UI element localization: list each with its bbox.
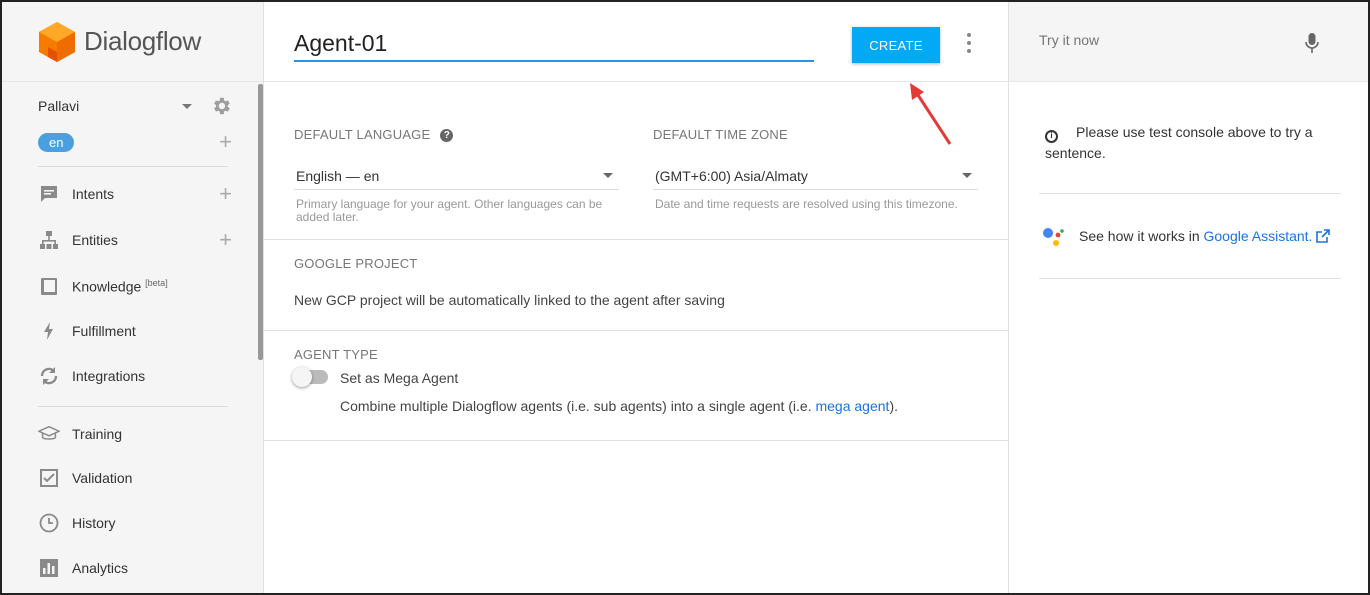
- microphone-icon[interactable]: [1305, 32, 1319, 54]
- divider: [1039, 278, 1341, 279]
- divider: [1039, 193, 1341, 194]
- try-it-bar: [1009, 2, 1368, 82]
- sync-icon: [38, 365, 60, 387]
- sidebar-item-analytics[interactable]: Analytics: [38, 555, 232, 581]
- default-language-value: English — en: [296, 167, 380, 184]
- lightning-icon: [38, 320, 60, 342]
- sidebar-item-label: Validation: [72, 470, 133, 486]
- chat-bubble-icon: [38, 183, 60, 205]
- agent-name: Pallavi: [38, 98, 80, 114]
- divider: [38, 166, 228, 167]
- default-time-zone-label: DEFAULT TIME ZONE: [653, 127, 788, 142]
- test-console-info: i Please use test console above to try a …: [1045, 124, 1313, 161]
- add-intent-icon[interactable]: +: [219, 183, 232, 205]
- sidebar-item-label: Fulfillment: [72, 323, 136, 339]
- mega-agent-toggle-label: Set as Mega Agent: [340, 370, 459, 386]
- agent-settings-panel: CREATE DEFAULT LANGUAGE? DEFAULT TIME ZO…: [264, 2, 1008, 593]
- toggle-knob: [292, 367, 312, 387]
- check-box-icon: [38, 467, 60, 489]
- chevron-down-icon: [603, 173, 613, 178]
- book-icon: [38, 275, 60, 297]
- google-project-label: GOOGLE PROJECT: [294, 256, 418, 271]
- create-button[interactable]: CREATE: [852, 27, 940, 63]
- mega-agent-link[interactable]: mega agent: [815, 398, 889, 414]
- dialogflow-logo-icon: [39, 21, 75, 62]
- graduation-cap-icon: [38, 423, 60, 445]
- brand[interactable]: Dialogflow: [2, 2, 263, 82]
- sidebar-item-history[interactable]: History: [38, 510, 232, 536]
- divider: [264, 330, 1008, 331]
- gear-icon[interactable]: [210, 95, 232, 117]
- mega-agent-description: Combine multiple Dialogflow agents (i.e.…: [340, 398, 898, 414]
- brand-name: Dialogflow: [84, 26, 201, 56]
- sidebar-item-label: Intents: [72, 186, 115, 202]
- app-frame: Dialogflow Pallavi en + Intents + Entiti…: [0, 0, 1370, 595]
- default-language-hint: Primary language for your agent. Other l…: [296, 197, 603, 224]
- info-icon: i: [1045, 129, 1058, 143]
- chevron-down-icon[interactable]: [182, 103, 192, 109]
- beta-badge: [beta]: [145, 277, 168, 288]
- sidebar-item-label: Integrations: [72, 368, 146, 384]
- default-time-zone-select[interactable]: (GMT+6:00) Asia/Almaty: [653, 162, 978, 190]
- sidebar-item-training[interactable]: Training: [38, 421, 232, 447]
- help-icon[interactable]: ?: [440, 129, 454, 143]
- sidebar-item-intents[interactable]: Intents +: [38, 181, 232, 207]
- sidebar-item-label: Analytics: [72, 560, 129, 576]
- google-assistant-icon: [1043, 228, 1064, 246]
- more-options-icon[interactable]: [964, 33, 974, 53]
- bar-chart-icon: [38, 557, 60, 579]
- chevron-down-icon: [962, 173, 972, 178]
- test-console: iPlease use test console above to try a …: [1008, 2, 1368, 593]
- sidebar-item-validation[interactable]: Validation: [38, 465, 232, 491]
- agent-selector[interactable]: Pallavi: [38, 94, 232, 118]
- sidebar-item-label: Knowledge [beta]: [72, 277, 168, 295]
- language-pill[interactable]: en: [38, 132, 75, 152]
- sidebar-item-fulfillment[interactable]: Fulfillment: [38, 318, 232, 344]
- agent-name-input[interactable]: [294, 26, 814, 62]
- mega-agent-toggle[interactable]: [292, 367, 328, 387]
- sidebar-item-label: Entities: [72, 232, 118, 248]
- default-time-zone-hint: Date and time requests are resolved usin…: [655, 197, 958, 211]
- divider: [264, 239, 1008, 240]
- annotation-arrow-icon: [910, 83, 952, 145]
- assistant-prefix: See how it works in: [1079, 228, 1204, 244]
- google-project-text: New GCP project will be automatically li…: [294, 292, 725, 308]
- sidebar-item-label: History: [72, 515, 116, 531]
- default-language-label: DEFAULT LANGUAGE?: [294, 127, 454, 143]
- google-assistant-row: See how it works in Google Assistant.: [1041, 224, 1341, 248]
- default-time-zone-value: (GMT+6:00) Asia/Almaty: [655, 167, 808, 184]
- language-row: en +: [38, 130, 232, 154]
- clock-icon: [38, 512, 60, 534]
- default-language-select[interactable]: English — en: [294, 162, 619, 190]
- try-it-input[interactable]: [1039, 32, 1279, 48]
- hierarchy-icon: [38, 229, 60, 251]
- sidebar-item-entities[interactable]: Entities +: [38, 227, 232, 253]
- sidebar-item-integrations[interactable]: Integrations: [38, 363, 232, 389]
- sidebar: Dialogflow Pallavi en + Intents + Entiti…: [2, 2, 264, 593]
- sidebar-item-label: Training: [72, 426, 123, 442]
- agent-header: CREATE: [264, 2, 1008, 82]
- external-link-icon[interactable]: [1316, 229, 1331, 243]
- google-assistant-link[interactable]: Google Assistant.: [1204, 228, 1313, 244]
- sidebar-item-knowledge[interactable]: Knowledge [beta]: [38, 273, 232, 299]
- divider: [264, 440, 1008, 441]
- divider: [38, 406, 228, 407]
- sidebar-scrollbar[interactable]: [258, 84, 263, 360]
- add-entity-icon[interactable]: +: [219, 229, 232, 251]
- add-language-icon[interactable]: +: [219, 131, 232, 153]
- agent-type-label: AGENT TYPE: [294, 347, 378, 362]
